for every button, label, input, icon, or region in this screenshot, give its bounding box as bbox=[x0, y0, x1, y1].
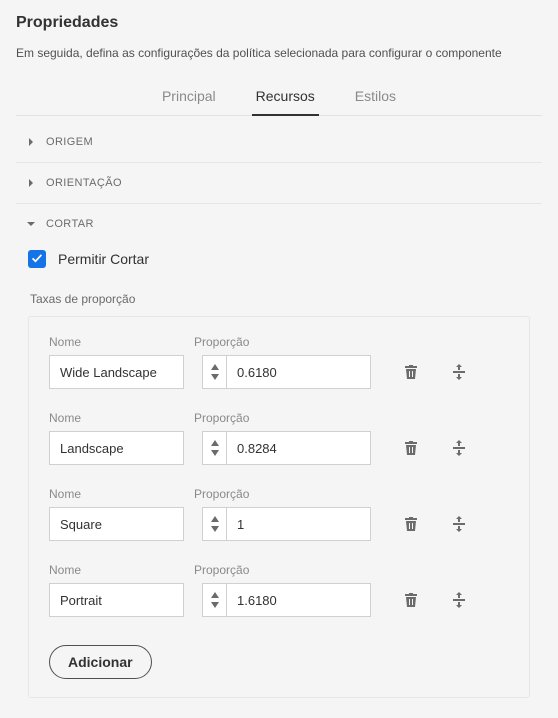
col-label-name: Nome bbox=[49, 335, 194, 349]
reorder-icon[interactable] bbox=[449, 514, 469, 534]
col-label-ratio: Proporção bbox=[194, 411, 249, 425]
section-origem-label: ORIGEM bbox=[46, 136, 93, 148]
ratio-stepper[interactable] bbox=[202, 583, 226, 617]
ratio-row: Nome Proporção bbox=[49, 411, 509, 465]
chevron-right-icon bbox=[26, 137, 36, 147]
reorder-icon[interactable] bbox=[449, 590, 469, 610]
add-button[interactable]: Adicionar bbox=[49, 645, 152, 679]
chevron-right-icon bbox=[26, 178, 36, 188]
name-input[interactable] bbox=[49, 507, 184, 541]
col-label-name: Nome bbox=[49, 411, 194, 425]
ratio-row: Nome Proporção bbox=[49, 335, 509, 389]
col-label-ratio: Proporção bbox=[194, 487, 249, 501]
ratio-input[interactable] bbox=[226, 355, 371, 389]
tabs: Principal Recursos Estilos bbox=[16, 78, 542, 116]
ratio-row: Nome Proporção bbox=[49, 487, 509, 541]
reorder-icon[interactable] bbox=[449, 438, 469, 458]
chevron-down-icon bbox=[26, 219, 36, 229]
col-label-ratio: Proporção bbox=[194, 563, 249, 577]
reorder-icon[interactable] bbox=[449, 362, 469, 382]
col-label-name: Nome bbox=[49, 563, 194, 577]
col-label-name: Nome bbox=[49, 487, 194, 501]
section-origem: ORIGEM bbox=[16, 122, 542, 163]
section-orientacao-label: ORIENTAÇÃO bbox=[46, 177, 122, 189]
delete-icon[interactable] bbox=[401, 362, 421, 382]
ratio-stepper[interactable] bbox=[202, 431, 226, 465]
ratio-row: Nome Proporção bbox=[49, 563, 509, 617]
ratio-stepper[interactable] bbox=[202, 355, 226, 389]
section-cortar-label: CORTAR bbox=[46, 218, 94, 230]
delete-icon[interactable] bbox=[401, 438, 421, 458]
col-label-ratio: Proporção bbox=[194, 335, 249, 349]
tab-estilos[interactable]: Estilos bbox=[351, 78, 400, 116]
delete-icon[interactable] bbox=[401, 590, 421, 610]
section-origem-header[interactable]: ORIGEM bbox=[16, 122, 542, 162]
allow-crop-checkbox[interactable] bbox=[28, 250, 46, 268]
ratio-stepper[interactable] bbox=[202, 507, 226, 541]
ratios-container: Nome Proporção bbox=[28, 316, 530, 698]
name-input[interactable] bbox=[49, 355, 184, 389]
page-title: Propriedades bbox=[16, 14, 542, 32]
allow-crop-row: Permitir Cortar bbox=[16, 244, 542, 282]
ratio-input[interactable] bbox=[226, 583, 371, 617]
section-orientacao: ORIENTAÇÃO bbox=[16, 163, 542, 204]
tab-principal[interactable]: Principal bbox=[158, 78, 220, 116]
allow-crop-label: Permitir Cortar bbox=[58, 251, 149, 267]
name-input[interactable] bbox=[49, 583, 184, 617]
ratio-input[interactable] bbox=[226, 507, 371, 541]
delete-icon[interactable] bbox=[401, 514, 421, 534]
section-cortar-header[interactable]: CORTAR bbox=[16, 204, 542, 244]
section-cortar: CORTAR Permitir Cortar Taxas de proporçã… bbox=[16, 204, 542, 698]
ratios-heading: Taxas de proporção bbox=[16, 282, 542, 316]
page-subtitle: Em seguida, defina as configurações da p… bbox=[16, 46, 542, 60]
tab-recursos[interactable]: Recursos bbox=[252, 78, 319, 116]
name-input[interactable] bbox=[49, 431, 184, 465]
section-orientacao-header[interactable]: ORIENTAÇÃO bbox=[16, 163, 542, 203]
ratio-input[interactable] bbox=[226, 431, 371, 465]
